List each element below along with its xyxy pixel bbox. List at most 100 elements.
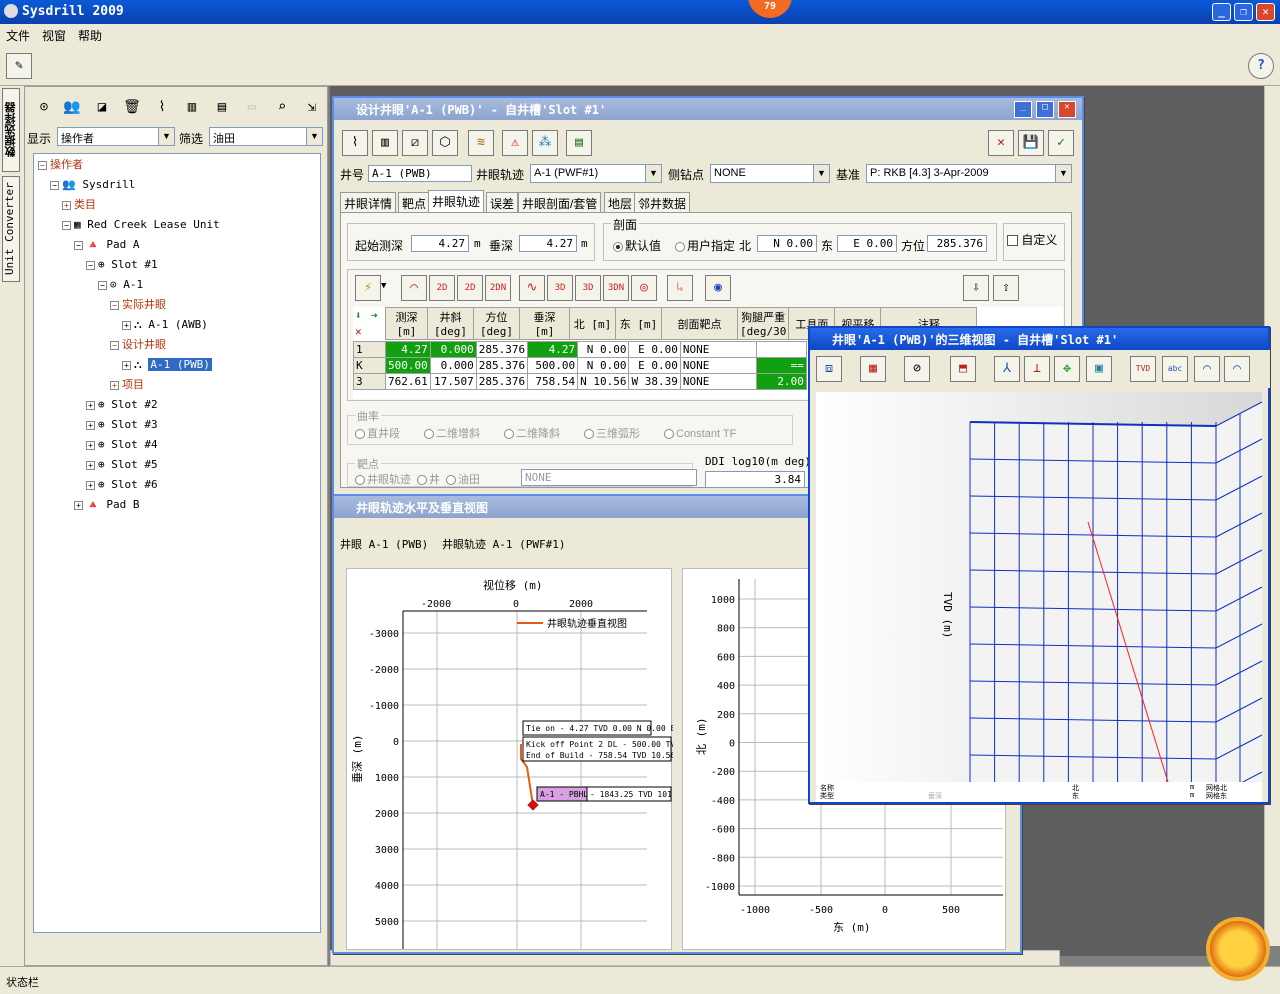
start-md-field[interactable]: 4.27 xyxy=(411,235,469,252)
maximize-button[interactable]: □ xyxy=(1036,101,1054,118)
move-icon[interactable]: ✥ xyxy=(1054,356,1080,382)
table-cell[interactable]: W 38.39 xyxy=(628,373,681,390)
edit-icon[interactable]: ✎ xyxy=(6,53,32,79)
collapse-icon[interactable]: − xyxy=(74,240,83,250)
table-cell[interactable]: 762.61 xyxy=(385,373,431,390)
tree-node[interactable]: − ▦ Red Creek Lease Unit xyxy=(62,216,220,234)
radio-option[interactable]: 油田 xyxy=(446,474,480,486)
table-cell[interactable]: 500.00 xyxy=(385,357,431,374)
surface-icon[interactable]: ⧈ xyxy=(816,356,842,382)
text-label-icon[interactable]: abc xyxy=(1162,356,1188,382)
edit-doc-icon[interactable]: ◪ xyxy=(89,93,115,119)
tab-offset-wells[interactable]: 邻井数据 xyxy=(634,192,691,212)
turn-3dn-icon[interactable]: 3DN xyxy=(603,275,629,301)
three-d-viewport[interactable]: TVD (m) xyxy=(816,392,1262,782)
table-cell[interactable]: NONE xyxy=(679,341,757,358)
tree-node[interactable]: − 设计井眼 xyxy=(110,336,166,354)
collapse-icon[interactable]: − xyxy=(38,160,47,170)
tree-node[interactable]: + ⊕ Slot #2 xyxy=(86,396,158,414)
tree-node[interactable]: + ⛬ A-1 (PWB) xyxy=(122,356,212,374)
tab-errors[interactable]: 误差 xyxy=(486,192,519,212)
tree-node[interactable]: + ⊕ Slot #6 xyxy=(86,476,158,494)
tree-node[interactable]: + ⛬ A-1 (AWB) xyxy=(122,316,208,334)
table-cell[interactable]: 1 xyxy=(353,341,386,358)
build-2d-icon[interactable]: 2D xyxy=(429,275,455,301)
molecule-icon[interactable]: ⁂ xyxy=(532,130,558,156)
layer-icon[interactable]: ▣ xyxy=(1086,356,1112,382)
close-button[interactable]: ✕ xyxy=(1256,3,1275,21)
drop-3d-icon[interactable]: 3D xyxy=(575,275,601,301)
table-cell[interactable]: 4.27 xyxy=(385,341,431,358)
bar-chart-icon[interactable]: ▥ xyxy=(372,130,398,156)
target-select[interactable]: NONE xyxy=(521,469,697,486)
collapse-icon[interactable]: − xyxy=(50,180,59,190)
search-icon[interactable]: ⌕ xyxy=(269,93,295,119)
datum-select[interactable]: P: RKB [4.3] 3-Apr-2009 ▼ xyxy=(866,164,1072,183)
curve-alt-icon[interactable]: ⌒ xyxy=(1224,356,1250,382)
users-icon[interactable]: 👥 xyxy=(59,93,85,119)
collapse-icon[interactable]: − xyxy=(86,260,95,270)
wellbore-icon[interactable]: ⅄ xyxy=(994,356,1020,382)
bar-chart-icon[interactable]: ▥ xyxy=(179,93,205,119)
table-cell[interactable]: == xyxy=(755,357,807,374)
custom-checkbox[interactable]: 自定义 xyxy=(1007,231,1057,248)
collapse-icon[interactable]: − xyxy=(110,300,119,310)
bullseye-icon[interactable]: ◉ xyxy=(705,275,731,301)
expand-icon[interactable]: + xyxy=(122,320,131,330)
cylinder-icon[interactable]: ⊘ xyxy=(904,356,930,382)
delete-icon[interactable]: 🗑 xyxy=(119,93,145,119)
sidetrack-icon[interactable]: ↳ xyxy=(667,275,693,301)
radio-option[interactable]: 三维弧形 xyxy=(584,428,640,440)
table-cell[interactable]: N 10.56 xyxy=(577,373,630,390)
collapse-icon[interactable]: − xyxy=(110,340,119,350)
tree-node[interactable]: + ⊕ Slot #4 xyxy=(86,436,158,454)
north-field[interactable]: N 0.00 xyxy=(757,235,817,252)
turn-2dn-icon[interactable]: 2DN xyxy=(485,275,511,301)
minimize-button[interactable]: _ xyxy=(1212,3,1231,21)
table-cell[interactable]: 0.000 xyxy=(429,357,477,374)
delete-row-icon[interactable]: ✕ xyxy=(355,325,362,338)
arrow-down-icon[interactable]: ⬇ xyxy=(355,309,362,322)
curve-2d-icon[interactable]: ⌒ xyxy=(401,275,427,301)
formation-icon[interactable]: ≋ xyxy=(468,130,494,156)
table-cell[interactable]: 17.507 xyxy=(429,373,477,390)
table-row[interactable]: 1 4.27 0.000 285.376 4.27 N 0.00 E 0.00 NONE xyxy=(353,341,807,358)
tree-node[interactable]: − 🔺 Pad A xyxy=(74,236,139,254)
table-cell[interactable]: E 0.00 xyxy=(628,341,681,358)
table-cell[interactable]: 758.54 xyxy=(527,373,579,390)
report-icon[interactable]: ▤ xyxy=(209,93,235,119)
tree-node[interactable]: − 操作者 xyxy=(38,156,83,174)
show-select[interactable]: 操作者 ▼ xyxy=(57,127,175,146)
sidetrack-select[interactable]: NONE ▼ xyxy=(710,164,830,183)
tab-formations[interactable]: 地层 xyxy=(604,192,637,212)
plan-icon[interactable]: ⧄ xyxy=(402,130,428,156)
chart-icon[interactable]: ⌇ xyxy=(149,93,175,119)
table-cell[interactable]: K xyxy=(353,357,386,374)
table-row[interactable]: 3 762.61 17.507 285.376 758.54 N 10.56 W 38.39… xyxy=(353,373,807,390)
warning-icon[interactable]: ⚠ xyxy=(502,130,528,156)
expand-icon[interactable]: + xyxy=(86,480,95,490)
save-icon[interactable]: 💾 xyxy=(1018,130,1044,156)
table-row[interactable]: K 500.00 0.000 285.376 500.00 N 0.00 E 0.00 NON… xyxy=(353,357,807,374)
table-cell[interactable]: E 0.00 xyxy=(628,357,681,374)
collapse-icon[interactable]: − xyxy=(62,220,71,230)
window-icon[interactable]: ▭ xyxy=(239,93,265,119)
table-cell[interactable]: N 0.00 xyxy=(577,357,630,374)
table-cell[interactable]: 285.376 xyxy=(475,341,529,358)
export-icon[interactable]: ⇲ xyxy=(299,93,325,119)
tree-view[interactable]: − 操作者 − 👥 Sysdrill + 类目 − ▦ Red Creek Lease Uni… xyxy=(33,153,321,933)
close-button[interactable]: ✕ xyxy=(1058,101,1076,118)
vertical-section-plot[interactable]: 视位移 (m) -2000 0 2000 -3000 -2000 -1000 0 1000 2… xyxy=(346,568,704,950)
expand-icon[interactable]: + xyxy=(122,360,131,370)
table-cell[interactable]: 285.376 xyxy=(475,373,529,390)
arrow-right-icon[interactable]: ➜ xyxy=(371,309,378,322)
export-icon[interactable]: ⇧ xyxy=(993,275,1019,301)
radio-option[interactable]: 直井段 xyxy=(355,428,400,440)
table-cell[interactable]: NONE xyxy=(679,357,757,374)
tree-node[interactable]: − 实际井眼 xyxy=(110,296,166,314)
table-cell[interactable]: 3 xyxy=(353,373,386,390)
import-icon[interactable]: ⇩ xyxy=(963,275,989,301)
filter-select[interactable]: 油田 ▼ xyxy=(209,127,323,146)
curve-icon[interactable]: ⌒ xyxy=(1194,356,1220,382)
trajectory-select[interactable]: A-1 (PWF#1) ▼ xyxy=(530,164,662,183)
